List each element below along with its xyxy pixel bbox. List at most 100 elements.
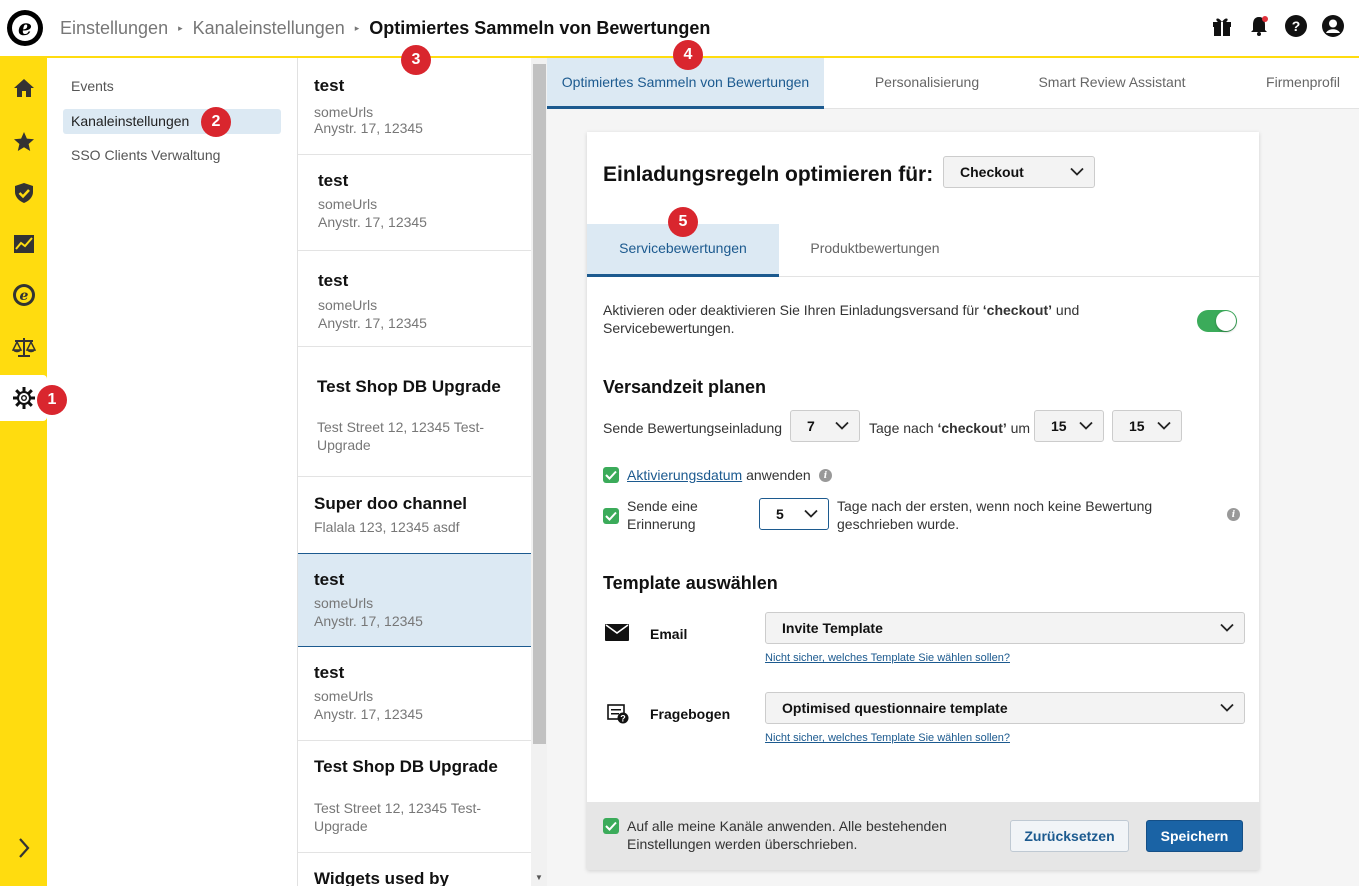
channel-name: test [318, 171, 349, 190]
apply-all-line1: Auf alle meine Kanäle anwenden. Alle bes… [627, 818, 947, 834]
days-after-label: Tage nach ‘checkout’ um [869, 419, 1030, 437]
annotation-badge-5: 5 [668, 207, 698, 237]
questionnaire-template-help-link[interactable]: Nicht sicher, welches Template Sie wähle… [765, 732, 1010, 744]
star-icon[interactable] [0, 119, 47, 165]
channel-item[interactable]: test someUrls Anystr. 17, 12345 [298, 647, 531, 741]
tab-personalisierung[interactable]: Personalisierung [847, 58, 1007, 109]
account-icon[interactable] [1321, 14, 1345, 38]
reminder-description: Tage nach der ersten, wenn noch keine Be… [837, 497, 1152, 533]
trusted-shops-logo[interactable]: e [7, 10, 43, 46]
channel-list-scrollbar[interactable]: ▼ [531, 58, 547, 886]
breadcrumb: Einstellungen ▸ Kanaleinstellungen ▸ Opt… [60, 18, 710, 39]
channel-name: Test Shop DB Upgrade [317, 377, 501, 396]
apply-all-checkbox[interactable] [603, 818, 619, 834]
template-heading: Template auswählen [603, 573, 778, 593]
minute-select[interactable]: 15 [1112, 410, 1182, 442]
scrollbar-thumb[interactable] [533, 64, 546, 744]
um-text: um [1010, 420, 1031, 436]
channel-url: someUrls [318, 196, 378, 212]
chevron-down-icon [1220, 703, 1234, 712]
apply-all-line2: Einstellungen werden überschrieben. [627, 836, 858, 852]
hour-select[interactable]: 15 [1034, 410, 1104, 442]
channel-item[interactable]: Widgets used by [298, 853, 531, 886]
channel-address: Anystr. 17, 12345 [314, 706, 423, 722]
expand-chevron-icon[interactable] [0, 825, 47, 871]
scroll-down-icon[interactable]: ▼ [535, 873, 543, 882]
breadcrumb-item-kanaleinstellungen[interactable]: Kanaleinstellungen [193, 18, 345, 39]
channel-url: someUrls [314, 595, 374, 611]
reminder-days-select[interactable]: 5 [759, 498, 829, 530]
reminder-checkbox[interactable] [603, 508, 619, 524]
email-template-value: Invite Template [782, 620, 883, 636]
reminder-text-line1: Tage nach der ersten, wenn noch keine Be… [837, 498, 1153, 514]
info-icon[interactable]: i [1227, 508, 1240, 521]
email-label: Email [650, 626, 688, 642]
chevron-down-icon [1079, 421, 1093, 430]
activation-date-suffix: anwenden [746, 467, 811, 483]
svg-text:e: e [19, 288, 28, 304]
chevron-down-icon [1220, 623, 1234, 632]
tab-firmenprofil[interactable]: Firmenprofil [1247, 58, 1359, 109]
gift-icon[interactable] [1210, 14, 1234, 38]
channel-url: someUrls [314, 688, 374, 704]
tab-smart-review-assistant[interactable]: Smart Review Assistant [1027, 58, 1197, 109]
activation-date-link[interactable]: Aktivierungsdatum [627, 467, 742, 483]
help-icon[interactable]: ? [1284, 14, 1308, 38]
bell-icon[interactable] [1247, 14, 1271, 38]
logo-letter: e [12, 15, 38, 41]
breadcrumb-item-einstellungen[interactable]: Einstellungen [60, 18, 168, 39]
breadcrumb-separator-icon: ▸ [354, 22, 360, 33]
home-icon[interactable] [0, 65, 47, 111]
channel-item[interactable]: Test Shop DB Upgrade Test Street 12, 123… [298, 741, 531, 853]
breadcrumb-separator-icon: ▸ [178, 22, 183, 33]
email-template-select[interactable]: Invite Template [765, 612, 1245, 644]
activation-description: Aktivieren oder deaktivieren Sie Ihren E… [603, 301, 1163, 337]
channel-item-selected[interactable]: test someUrls Anystr. 17, 12345 [298, 553, 531, 647]
optimize-for-dropdown[interactable]: Checkout [943, 156, 1095, 188]
subnav-item-kanaleinstellungen[interactable]: Kanaleinstellungen [63, 109, 281, 134]
questionnaire-icon: ? [607, 704, 629, 729]
scale-icon[interactable] [0, 324, 47, 370]
questionnaire-template-select[interactable]: Optimised questionnaire template [765, 692, 1245, 724]
channel-address: Anystr. 17, 12345 [314, 120, 423, 136]
channel-address: Anystr. 17, 12345 [318, 214, 427, 230]
e-icon[interactable]: e [0, 272, 47, 318]
save-button[interactable]: Speichern [1146, 820, 1243, 852]
subnav-item-sso-clients[interactable]: SSO Clients Verwaltung [63, 143, 281, 168]
days-select[interactable]: 7 [790, 410, 860, 442]
chart-icon[interactable] [0, 221, 47, 267]
channel-item[interactable]: test someUrls Anystr. 17, 12345 [298, 155, 531, 251]
channel-item[interactable]: test someUrls Anystr. 17, 12345 [298, 251, 531, 347]
channel-address: Flalala 123, 12345 asdf [314, 519, 460, 535]
tab-produktbewertungen[interactable]: Produktbewertungen [779, 224, 971, 277]
subnav-item-events[interactable]: Events [63, 74, 281, 99]
svg-text:?: ? [620, 714, 626, 724]
channel-address: Anystr. 17, 12345 [318, 315, 427, 331]
channel-name: Super doo channel [314, 494, 468, 513]
days-value: 7 [807, 418, 815, 434]
activation-toggle[interactable] [1197, 310, 1237, 332]
chevron-down-icon [835, 421, 849, 430]
toggle-knob [1216, 311, 1236, 331]
minute-value: 15 [1129, 418, 1145, 434]
apply-all-label: Auf alle meine Kanäle anwenden. Alle bes… [627, 817, 947, 853]
schedule-label: Sende Bewertungseinladung [603, 420, 783, 436]
info-icon[interactable]: i [819, 469, 832, 482]
days-after-text: Tage nach [869, 420, 934, 436]
channel-address-cont: Upgrade [314, 818, 368, 834]
activation-date-checkbox[interactable] [603, 467, 619, 483]
channel-list: test someUrls Anystr. 17, 12345 test som… [297, 58, 547, 886]
email-template-help-link[interactable]: Nicht sicher, welches Template Sie wähle… [765, 652, 1010, 664]
reset-button[interactable]: Zurücksetzen [1010, 820, 1129, 852]
questionnaire-template-value: Optimised questionnaire template [782, 700, 1008, 716]
channel-name: test [318, 271, 349, 290]
card-footer: Auf alle meine Kanäle anwenden. Alle bes… [587, 802, 1259, 870]
channel-name: Test Shop DB Upgrade [314, 757, 498, 776]
channel-url: someUrls [314, 104, 374, 120]
shield-icon[interactable] [0, 170, 47, 216]
channel-item[interactable]: Super doo channel Flalala 123, 12345 asd… [298, 477, 531, 554]
channel-item[interactable]: Test Shop DB Upgrade Test Street 12, 123… [298, 347, 531, 477]
page-title: Optimiertes Sammeln von Bewertungen [369, 17, 711, 38]
channel-address: Anystr. 17, 12345 [314, 613, 423, 629]
activation-date-label: Aktivierungsdatum anwenden [627, 466, 811, 484]
